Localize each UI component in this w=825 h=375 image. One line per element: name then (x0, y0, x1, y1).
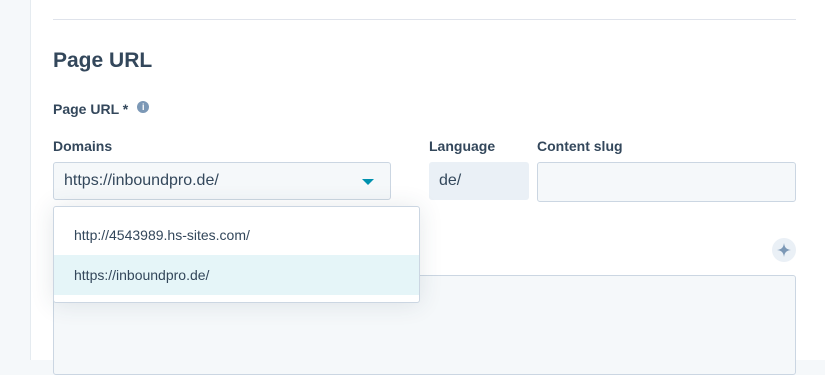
content-slug-label: Content slug (537, 138, 623, 154)
dropdown-option-selected[interactable]: https://inboundpro.de/ (54, 255, 419, 295)
sparkle-icon (777, 243, 791, 257)
dropdown-option-label: https://inboundpro.de/ (74, 267, 210, 283)
domain-dropdown-menu: http://4543989.hs-sites.com/ https://inb… (53, 206, 420, 303)
content-slug-input[interactable] (537, 162, 796, 202)
page-url-label: Page URL * i (53, 101, 150, 117)
ai-assist-button[interactable] (772, 238, 796, 262)
section-divider (53, 19, 796, 20)
dropdown-option-label: http://4543989.hs-sites.com/ (74, 227, 250, 243)
info-icon[interactable]: i (137, 101, 150, 113)
language-value: de/ (439, 172, 462, 189)
domain-select[interactable]: https://inboundpro.de/ (53, 162, 391, 200)
section-title: Page URL (53, 49, 153, 72)
domain-select-value: https://inboundpro.de/ (64, 172, 219, 189)
language-label: Language (429, 138, 496, 154)
domains-label: Domains (53, 138, 113, 154)
page-url-label-text: Page URL * (53, 101, 129, 117)
dropdown-option[interactable]: http://4543989.hs-sites.com/ (54, 215, 419, 255)
caret-down-icon (362, 179, 374, 185)
language-field: de/ (429, 162, 529, 200)
